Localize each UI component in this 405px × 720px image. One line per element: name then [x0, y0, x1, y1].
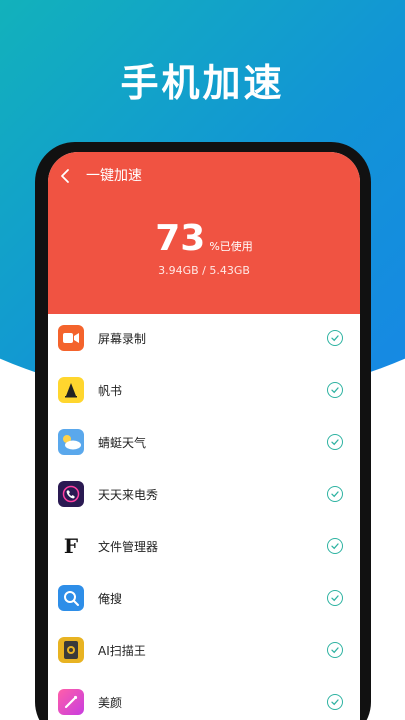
check-icon[interactable]: [327, 434, 343, 450]
list-item[interactable]: F 文件管理器: [48, 522, 360, 574]
list-item[interactable]: 天天来电秀: [48, 470, 360, 522]
list-item[interactable]: AI扫描王: [48, 626, 360, 678]
list-item[interactable]: 俺搜: [48, 574, 360, 626]
phone-icon: [58, 481, 84, 507]
memory-detail: 3.94GB / 5.43GB: [158, 264, 250, 277]
app-name: 蜻蜓天气: [98, 436, 147, 450]
check-icon[interactable]: [327, 642, 343, 658]
back-icon[interactable]: [56, 166, 76, 186]
usage-percent: 73: [155, 218, 206, 259]
app-screen: 一键加速 73 %已使用 3.94GB / 5.43GB 屏幕录制 帆书 蜻蜓天气: [48, 152, 360, 720]
app-name: 天天来电秀: [98, 488, 159, 502]
list-item[interactable]: 美颜: [48, 678, 360, 720]
page-title: 一键加速: [86, 168, 142, 184]
check-icon[interactable]: [327, 486, 343, 502]
usage-percent-row: 73 %已使用: [48, 218, 360, 259]
check-icon[interactable]: [327, 330, 343, 346]
headline: 手机加速: [120, 61, 285, 105]
scanner-icon: [58, 637, 84, 663]
check-icon[interactable]: [327, 590, 343, 606]
app-name: AI扫描王: [98, 644, 146, 658]
app-list: 屏幕录制 帆书 蜻蜓天气 天天来电秀 F 文件管理器 俺搜 AI扫描王 美颜: [48, 314, 360, 720]
speedup-header: 一键加速 73 %已使用 3.94GB / 5.43GB: [48, 152, 360, 314]
check-icon[interactable]: [327, 694, 343, 710]
check-icon[interactable]: [327, 538, 343, 554]
app-name: 屏幕录制: [98, 332, 147, 346]
fanshu-icon: [58, 377, 84, 403]
video-icon: [58, 325, 84, 351]
check-icon[interactable]: [327, 382, 343, 398]
app-name: 文件管理器: [98, 540, 159, 554]
app-name: 俺搜: [98, 592, 123, 606]
beauty-icon: [58, 689, 84, 715]
list-item[interactable]: 屏幕录制: [48, 314, 360, 366]
search-app-icon: [58, 585, 84, 611]
list-item[interactable]: 蜻蜓天气: [48, 418, 360, 470]
app-name: 帆书: [98, 384, 123, 398]
usage-unit: %已使用: [209, 240, 253, 253]
file-manager-icon: F: [58, 533, 84, 559]
app-name: 美颜: [98, 696, 123, 710]
weather-icon: [58, 429, 84, 455]
list-item[interactable]: 帆书: [48, 366, 360, 418]
